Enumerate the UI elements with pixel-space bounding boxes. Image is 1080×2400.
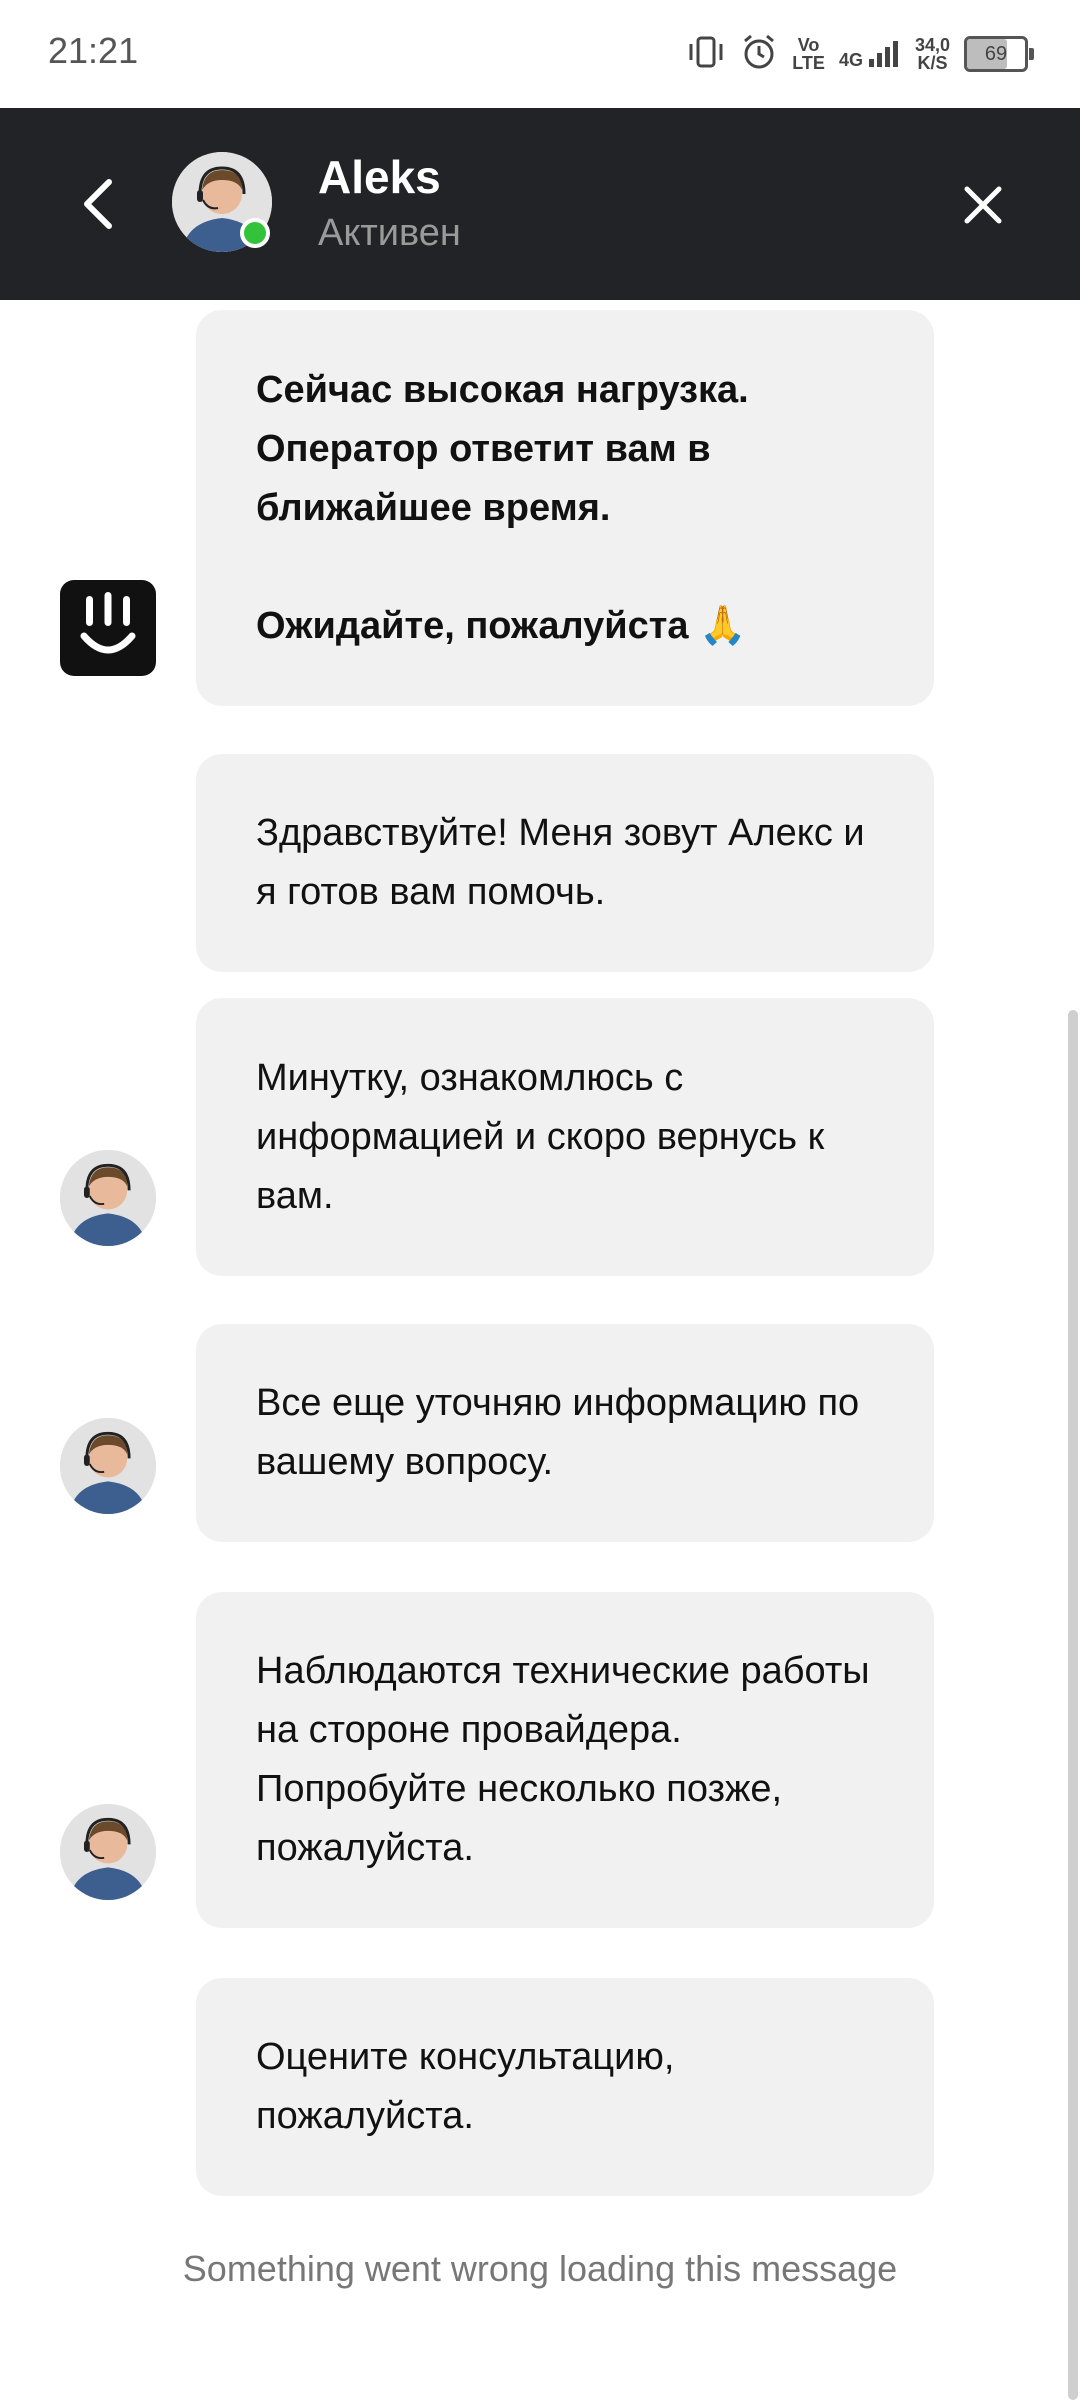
message-text: Здравствуйте! Меня зовут Алекс и я готов… xyxy=(256,812,865,913)
close-button[interactable] xyxy=(948,170,1018,240)
scrollbar[interactable] xyxy=(1068,1010,1078,2400)
message-bubble: Сейчас высокая нагрузка. Оператор ответи… xyxy=(196,310,934,706)
online-indicator xyxy=(240,218,270,248)
message-bubble: Здравствуйте! Меня зовут Алекс и я готов… xyxy=(196,754,934,972)
back-button[interactable] xyxy=(62,166,132,242)
message-bubble[interactable]: Оцените консультацию, пожалуйста. xyxy=(196,1978,934,2196)
close-icon xyxy=(964,186,1002,224)
vibrate-icon xyxy=(686,34,726,75)
operator-avatar xyxy=(60,1418,156,1514)
message-load-error: Something went wrong loading this messag… xyxy=(182,2248,898,2289)
status-bar: 21:21 Vo LTE 4G 34,0 K/S 69 xyxy=(0,0,1080,108)
volte-indicator: Vo LTE xyxy=(792,35,825,73)
chevron-left-icon xyxy=(84,179,112,229)
status-time: 21:21 xyxy=(48,30,139,71)
chat-header: Aleks Активен xyxy=(0,108,1080,300)
bot-logo-icon xyxy=(60,580,156,676)
battery-level: 69 xyxy=(984,43,1008,65)
network-type-label: 4G xyxy=(838,50,863,70)
network-speed: 34,0 K/S xyxy=(914,35,950,73)
operator-avatar xyxy=(60,1804,156,1900)
signal-icon: 4G xyxy=(839,39,901,69)
message-bubble: Все еще уточняю информацию по вашему воп… xyxy=(196,1324,934,1542)
operator-name: Aleks xyxy=(318,151,441,203)
message-bubble: Наблюдаются технические работы на сторон… xyxy=(196,1592,934,1928)
message-text: Все еще уточняю информацию по вашему воп… xyxy=(256,1382,860,1483)
alarm-icon xyxy=(740,33,778,76)
battery-icon: 69 xyxy=(964,36,1034,72)
message-bubble: Минутку, ознакомлюсь с информацией и ско… xyxy=(196,998,934,1276)
message-text: Сейчас высокая нагрузка. Оператор ответи… xyxy=(256,368,749,647)
message-text: Оцените консультацию, пожалуйста. xyxy=(256,2036,675,2137)
operator-avatar xyxy=(60,1150,156,1246)
status-icons: Vo LTE 4G 34,0 K/S 69 xyxy=(686,28,1034,80)
message-text: Наблюдаются технические работы на сторон… xyxy=(256,1650,870,1869)
operator-status: Активен xyxy=(318,212,461,254)
message-text: Минутку, ознакомлюсь с информацией и ско… xyxy=(256,1056,825,1217)
